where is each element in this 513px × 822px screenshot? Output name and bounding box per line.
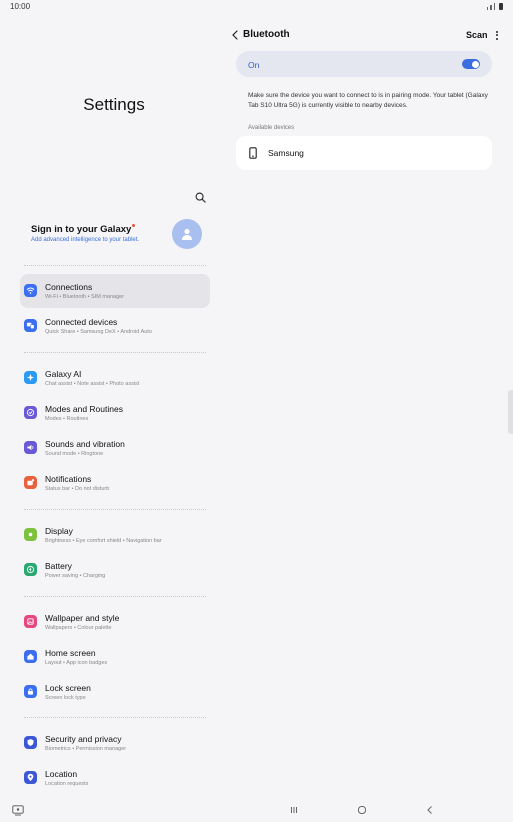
menu-item-location[interactable]: Location Location requests	[20, 761, 210, 795]
page-title: Settings	[83, 95, 145, 114]
settings-pane: Settings Sign in to your Galaxy Add adva…	[0, 14, 228, 794]
menu-item-display[interactable]: Display Brightness • Eye comfort shield …	[20, 518, 210, 552]
navigation-bar	[0, 798, 513, 822]
display-icon	[24, 528, 37, 541]
menu-item-home-screen[interactable]: Home screen Layout • App icon badges	[20, 640, 210, 674]
menu-item-galaxy-ai[interactable]: Galaxy AI Chat assist • Note assist • Ph…	[20, 361, 210, 395]
device-name: Samsung	[268, 148, 304, 158]
menu-item-notifications[interactable]: Notifications Status bar • Do not distur…	[20, 466, 210, 500]
divider	[24, 717, 206, 718]
bluetooth-pane: Bluetooth Scan On Make sure the device y…	[228, 14, 513, 794]
galaxy-ai-icon	[24, 371, 37, 384]
home-circle-icon	[358, 806, 366, 814]
divider	[24, 352, 206, 353]
available-devices-label: Available devices	[248, 125, 295, 131]
battery-status-icon	[499, 3, 503, 10]
status-icons	[486, 3, 503, 10]
connected-devices-icon	[24, 319, 37, 332]
account-title: Sign in to your Galaxy	[31, 224, 136, 235]
divider	[24, 596, 206, 597]
home-icon	[24, 650, 37, 663]
menu-item-lock-screen[interactable]: Lock screen Screen lock type	[20, 675, 210, 709]
taskbar-icon	[12, 804, 24, 815]
home-button[interactable]	[354, 802, 370, 818]
bluetooth-switch[interactable]	[462, 59, 480, 69]
back-nav-button[interactable]	[422, 802, 438, 818]
menu-item-security-and-privacy[interactable]: Security and privacy Biometrics • Permis…	[20, 726, 210, 760]
account-subtitle: Add advanced intelligence to your tablet…	[31, 237, 140, 243]
account-card[interactable]: Sign in to your Galaxy Add advanced inte…	[20, 214, 210, 256]
wifi-icon	[24, 284, 37, 297]
bluetooth-toggle-row[interactable]: On	[236, 51, 492, 77]
menu-item-sounds-and-vibration[interactable]: Sounds and vibration Sound mode • Ringto…	[20, 431, 210, 465]
screenshot-keyboard-button[interactable]	[10, 802, 26, 818]
pairing-description: Make sure the device you want to connect…	[248, 92, 488, 109]
bluetooth-title: Bluetooth	[243, 29, 290, 40]
signal-icon	[486, 7, 488, 10]
modes-icon	[24, 406, 37, 419]
shield-icon	[24, 736, 37, 749]
more-options-icon	[496, 30, 498, 33]
edge-panel-handle[interactable]	[508, 390, 513, 434]
back-button[interactable]	[228, 28, 242, 42]
divider	[24, 509, 206, 510]
menu-item-wallpaper-and-style[interactable]: Wallpaper and style Wallpapers • Colour …	[20, 605, 210, 639]
divider	[24, 265, 206, 266]
switch-knob	[471, 60, 479, 68]
wallpaper-icon	[24, 615, 37, 628]
phone-icon	[248, 146, 258, 160]
recents-button[interactable]	[286, 802, 302, 818]
notification-dot	[132, 224, 136, 227]
sound-icon	[24, 441, 37, 454]
status-time: 10:00	[10, 2, 31, 11]
menu-item-battery[interactable]: Battery Power saving • Charging	[20, 553, 210, 587]
search-button[interactable]	[191, 188, 209, 206]
avatar[interactable]	[172, 219, 202, 249]
toggle-label: On	[248, 60, 260, 70]
location-icon	[24, 771, 37, 784]
menu-item-connected-devices[interactable]: Connected devices Quick Share • Samsung …	[20, 309, 210, 343]
status-bar: 10:00	[0, 0, 513, 14]
menu-item-modes-and-routines[interactable]: Modes and Routines Modes • Routines	[20, 396, 210, 430]
notifications-icon	[24, 476, 37, 489]
search-icon	[195, 192, 206, 203]
scan-button[interactable]: Scan	[466, 30, 488, 40]
lock-icon	[24, 685, 37, 698]
chevron-left-icon	[232, 30, 238, 40]
menu-item-connections[interactable]: Connections Wi-Fi • Bluetooth • SIM mana…	[20, 274, 210, 308]
person-icon	[182, 228, 192, 240]
more-options-button[interactable]	[492, 28, 502, 42]
battery-icon	[24, 563, 37, 576]
recents-icon	[291, 807, 297, 813]
back-nav-icon	[427, 806, 432, 814]
device-item-samsung[interactable]: Samsung	[236, 136, 492, 170]
